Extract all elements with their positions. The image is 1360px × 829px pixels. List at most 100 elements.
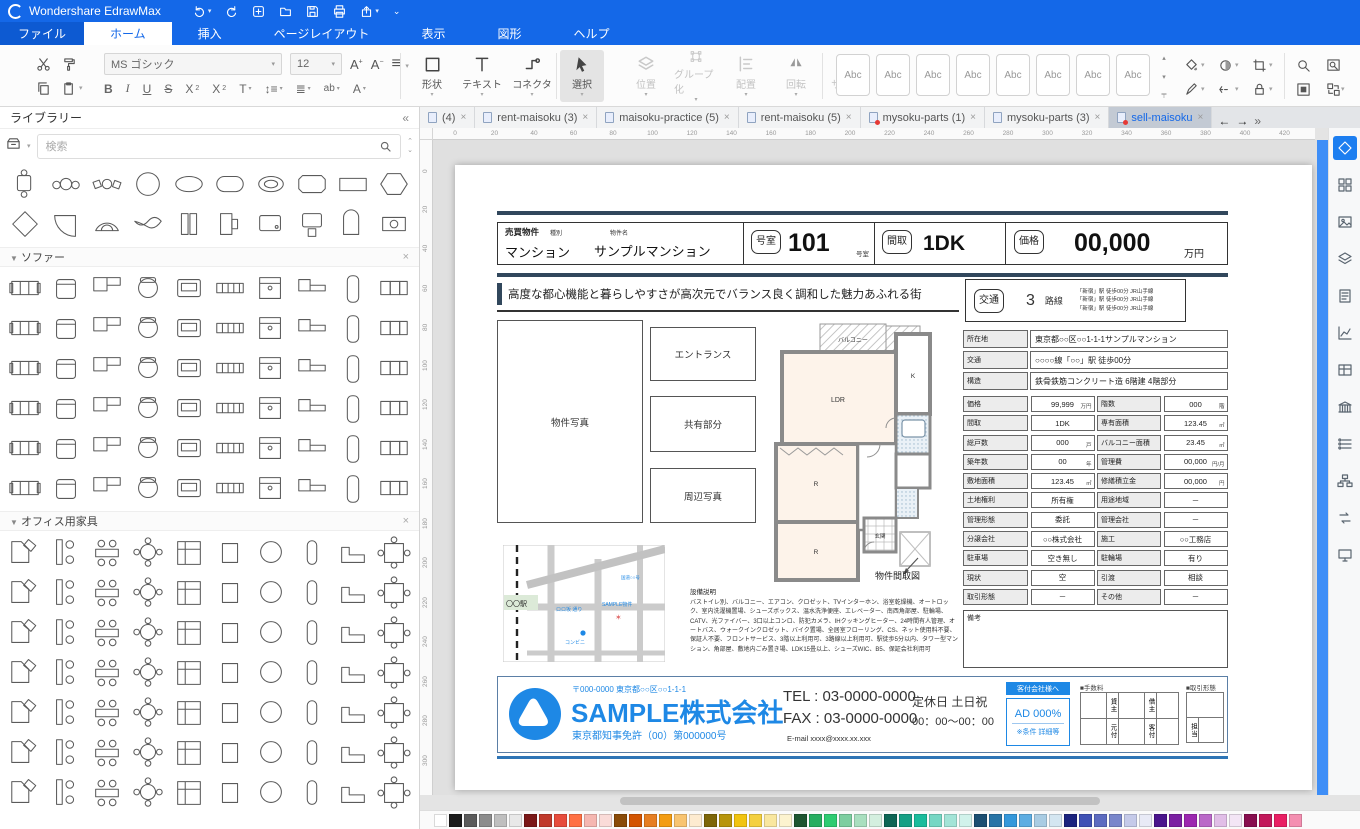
doc-tab-0[interactable]: (4)× (420, 107, 475, 128)
canvas-horizontal-scrollbar[interactable] (620, 797, 1100, 805)
library-shape[interactable] (86, 533, 127, 573)
library-shape[interactable] (86, 573, 127, 613)
library-shape[interactable] (45, 653, 86, 693)
library-shape[interactable] (4, 165, 45, 205)
text-style-button[interactable]: A▾ (353, 82, 366, 96)
style-preset-7[interactable]: Abc (1116, 54, 1150, 96)
library-shape[interactable] (168, 573, 209, 613)
library-shape[interactable] (127, 469, 168, 509)
bold-button[interactable]: B (104, 82, 113, 96)
library-shape[interactable] (291, 533, 332, 573)
tool-text-button[interactable]: テキスト▾ (460, 50, 504, 102)
detail-row-full-1[interactable]: 交通○○○○線「○○」駅 徒歩00分 (963, 351, 1228, 369)
detail-row-pair-5[interactable]: 土地権利所有権用途地域－ (963, 492, 1228, 508)
color-swatch-50[interactable] (1184, 814, 1197, 827)
library-shape[interactable] (86, 653, 127, 693)
library-shape[interactable] (86, 205, 127, 245)
color-swatch-16[interactable] (674, 814, 687, 827)
area-map[interactable]: 〇〇駅 国道○○号 ロロ坂 通り SAMPLE物件 ✶ コンビニ (503, 545, 665, 662)
library-shape[interactable] (86, 389, 127, 429)
library-shape[interactable] (250, 533, 291, 573)
library-shape[interactable] (86, 693, 127, 733)
library-shape[interactable] (209, 165, 250, 205)
library-shape[interactable] (45, 693, 86, 733)
library-shape[interactable] (250, 389, 291, 429)
format-painter-button[interactable] (62, 52, 92, 76)
library-shape[interactable] (127, 269, 168, 309)
decrease-font-button[interactable]: A− (371, 57, 384, 72)
library-shape[interactable] (4, 309, 45, 349)
color-swatch-52[interactable] (1214, 814, 1227, 827)
library-shape[interactable] (250, 693, 291, 733)
menu-tab-5[interactable]: 図形 (471, 22, 547, 45)
line-spacing-button[interactable]: ↕≡▾ (265, 82, 283, 96)
library-shape[interactable] (127, 309, 168, 349)
detail-row-full-2[interactable]: 構造鉄骨鉄筋コンクリート造 6階建 4階部分 (963, 372, 1228, 390)
library-shape[interactable] (86, 773, 127, 813)
library-shape[interactable] (291, 773, 332, 813)
color-swatch-57[interactable] (1289, 814, 1302, 827)
color-swatch-1[interactable] (449, 814, 462, 827)
details-table[interactable]: 所在地東京都○○区○○1-1-1サンプルマンション交通○○○○線「○○」駅 徒歩… (963, 330, 1228, 608)
detail-row-pair-8[interactable]: 駐車場空き無し駐輪場有り (963, 550, 1228, 566)
library-shape[interactable] (209, 269, 250, 309)
chart-icon[interactable] (1333, 321, 1357, 345)
library-shape[interactable] (373, 469, 414, 509)
library-shape[interactable] (250, 613, 291, 653)
library-shape[interactable] (168, 389, 209, 429)
library-shape[interactable] (332, 653, 373, 693)
library-shape[interactable] (168, 533, 209, 573)
photo-box-entrance[interactable]: エントランス (650, 327, 756, 381)
color-swatch-9[interactable] (569, 814, 582, 827)
library-shape[interactable] (291, 349, 332, 389)
library-drawer-caret[interactable]: ▾ (27, 142, 31, 150)
menu-tab-1[interactable]: ホーム (84, 22, 172, 45)
library-shape[interactable] (127, 613, 168, 653)
save-button[interactable] (306, 5, 319, 18)
library-shape[interactable] (332, 533, 373, 573)
library-shape[interactable] (127, 205, 168, 245)
photo-box-area[interactable]: 周辺写真 (650, 468, 756, 523)
replace-shape-button[interactable]: ▾ (1326, 77, 1356, 101)
library-shape[interactable] (4, 613, 45, 653)
fill-color-button[interactable]: ▾ (1184, 53, 1218, 77)
color-swatch-6[interactable] (524, 814, 537, 827)
library-shape[interactable] (373, 269, 414, 309)
library-shape[interactable] (4, 693, 45, 733)
flyer-page[interactable]: 売買物件 種別 マンション 物件名 サンプルマンション 号室 101 号室 間取… (455, 165, 1312, 790)
color-swatch-48[interactable] (1154, 814, 1167, 827)
color-swatch-33[interactable] (929, 814, 942, 827)
layers-icon[interactable] (1333, 247, 1357, 271)
library-shape[interactable] (250, 429, 291, 469)
library-shape[interactable] (373, 349, 414, 389)
library-shape[interactable] (4, 653, 45, 693)
color-swatch-22[interactable] (764, 814, 777, 827)
doc-tab-5[interactable]: mysoku-parts (3)× (985, 107, 1109, 128)
color-swatch-8[interactable] (554, 814, 567, 827)
library-shape[interactable] (332, 773, 373, 813)
color-swatch-14[interactable] (644, 814, 657, 827)
library-shape[interactable] (86, 309, 127, 349)
color-swatch-2[interactable] (464, 814, 477, 827)
style-preset-4[interactable]: Abc (996, 54, 1030, 96)
color-swatch-27[interactable] (839, 814, 852, 827)
library-shape[interactable] (332, 309, 373, 349)
color-swatch-37[interactable] (989, 814, 1002, 827)
note-icon[interactable] (1333, 284, 1357, 308)
org-chart-icon[interactable] (1333, 469, 1357, 493)
library-shape[interactable] (45, 269, 86, 309)
detail-row-pair-4[interactable]: 敷地面積123.45㎡修繕積立金00,000円 (963, 473, 1228, 489)
library-shape[interactable] (45, 165, 86, 205)
color-swatch-30[interactable] (884, 814, 897, 827)
library-shape[interactable] (250, 309, 291, 349)
library-shape[interactable] (332, 389, 373, 429)
close-tab-icon[interactable]: × (1198, 112, 1204, 123)
library-shape[interactable] (291, 733, 332, 773)
color-swatch-40[interactable] (1034, 814, 1047, 827)
color-swatch-55[interactable] (1259, 814, 1272, 827)
section-close-icon[interactable]: × (403, 251, 409, 263)
color-swatch-11[interactable] (599, 814, 612, 827)
library-shape[interactable] (373, 309, 414, 349)
color-swatch-21[interactable] (749, 814, 762, 827)
find-replace-button[interactable] (1326, 53, 1356, 77)
